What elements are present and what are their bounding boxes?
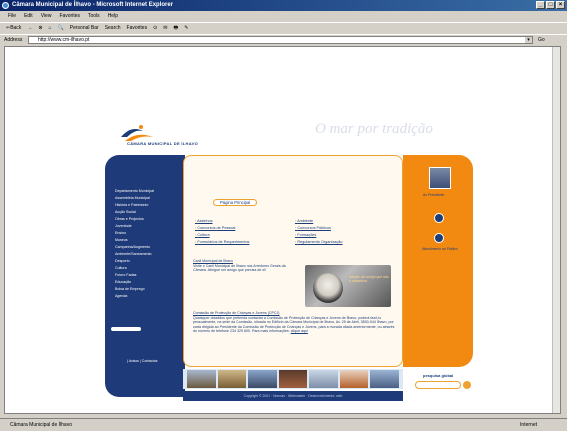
nav-divider xyxy=(111,327,141,331)
dog-banner-image[interactable]: Adopte um amigo que não o abandona xyxy=(305,265,391,307)
title-bar: Câmara Municipal de Ílhavo - Microsoft I… xyxy=(0,0,567,11)
menu-tools[interactable]: Tools xyxy=(88,12,100,21)
nav-item[interactable]: Acção Social xyxy=(115,210,136,214)
menu-favorites[interactable]: Favorites xyxy=(59,12,80,21)
service-label[interactable]: Atendimento ao Público xyxy=(417,247,463,251)
photo-thumb[interactable] xyxy=(278,370,308,388)
menu-view[interactable]: View xyxy=(41,12,52,21)
nav-item[interactable]: Agenda xyxy=(115,294,127,298)
favorites-button[interactable]: Favorites xyxy=(127,23,148,33)
service-icon[interactable] xyxy=(434,233,444,243)
security-zone: Internet xyxy=(520,422,537,428)
browser-window: Câmara Municipal de Ílhavo - Microsoft I… xyxy=(0,0,567,430)
mail-icon[interactable] xyxy=(434,213,444,223)
menu-help[interactable]: Help xyxy=(108,12,118,21)
photo-thumb[interactable] xyxy=(309,370,338,388)
edit-button[interactable]: ✎ xyxy=(184,23,188,33)
news-cpcj-link[interactable]: clique aqui xyxy=(291,329,308,333)
search-go-button[interactable] xyxy=(463,381,471,389)
nav-item[interactable]: Ambiente/Saneamento xyxy=(115,252,152,256)
status-bar: Câmara Municipal de Ílhavo Internet xyxy=(0,418,567,430)
nav-footer-links[interactable]: | Avisos | Contactos xyxy=(127,359,158,363)
slogan: O mar por tradição xyxy=(315,121,433,137)
nav-item[interactable]: Educação xyxy=(115,280,131,284)
back-button[interactable]: ⇐Back xyxy=(6,23,21,33)
history-button[interactable]: ⊙ xyxy=(153,23,157,33)
nav-item[interactable]: Museus xyxy=(115,238,128,242)
address-input[interactable]: http://www.cm-ilhavo.pt ▾ xyxy=(28,36,533,44)
president-photo[interactable] xyxy=(429,167,451,189)
window-controls: _ □ × xyxy=(536,1,565,9)
menu-edit[interactable]: Edit xyxy=(24,12,33,21)
ie-icon xyxy=(2,2,9,9)
link-formularios[interactable]: Formulários de Requerimentos xyxy=(195,240,249,244)
go-button[interactable]: Go xyxy=(538,36,545,44)
address-url: http://www.cm-ilhavo.pt xyxy=(38,37,90,43)
minimize-button[interactable]: _ xyxy=(536,1,545,9)
close-button[interactable]: × xyxy=(556,1,565,9)
news-canil-text: Visite o Canil Municipal de Ílhavo nos A… xyxy=(193,263,286,273)
logo-text: CÂMARA MUNICIPAL DE ÍLHAVO xyxy=(127,141,198,146)
municipal-logo-icon[interactable] xyxy=(119,123,159,143)
nav-item[interactable]: Campanha/Augmento xyxy=(115,245,150,249)
page-viewport: CÂMARA MUNICIPAL DE ÍLHAVO O mar por tra… xyxy=(4,46,561,414)
forward-button[interactable]: → xyxy=(27,23,32,33)
photo-strip xyxy=(183,369,403,389)
search-input[interactable] xyxy=(415,381,461,389)
nav-item[interactable]: Futuro Fadas xyxy=(115,273,136,277)
nav-item[interactable]: Bolsa de Emprego xyxy=(115,287,145,291)
photo-thumb[interactable] xyxy=(248,370,277,388)
nav-item[interactable]: Obras e Projectos xyxy=(115,217,144,221)
nav-item[interactable]: Juventude xyxy=(115,224,132,228)
toolbar: ⇐Back → ⊗ ⌂ 🔍 Personal Bar Search Favori… xyxy=(0,22,567,33)
link-formacoes[interactable]: Formações xyxy=(295,233,316,237)
personal-bar-button[interactable]: Personal Bar xyxy=(70,23,99,33)
search-icon[interactable]: 🔍 xyxy=(58,23,64,33)
link-concursos-pessoal[interactable]: Concursos de Pessoal xyxy=(195,226,235,230)
photo-thumb[interactable] xyxy=(217,370,247,388)
address-label: Address xyxy=(4,37,23,43)
vertical-scrollbar[interactable] xyxy=(552,47,560,413)
link-regulamento[interactable]: Regulamento Organização xyxy=(295,240,342,244)
nav-item[interactable]: Ensino xyxy=(115,231,126,235)
search-button[interactable]: Search xyxy=(105,23,121,33)
right-panel: Ao Presidente Atendimento ao Público xyxy=(403,155,473,367)
photo-thumb[interactable] xyxy=(339,370,369,388)
dog-caption: Adopte um amigo que não o abandona xyxy=(349,275,389,283)
maximize-button[interactable]: □ xyxy=(546,1,555,9)
nav-item[interactable]: Desporto xyxy=(115,259,130,263)
home-button[interactable]: ⌂ xyxy=(49,23,52,33)
mail-button[interactable]: ✉ xyxy=(163,23,167,33)
nav-item[interactable]: História e Património xyxy=(115,203,148,207)
menu-file[interactable]: File xyxy=(8,12,16,21)
link-cultura[interactable]: Cultura xyxy=(195,233,209,237)
print-button[interactable]: 🖶 xyxy=(174,23,179,33)
president-label[interactable]: Ao Presidente xyxy=(423,193,444,197)
left-nav: Departamento Municipal Assembleia Munici… xyxy=(105,155,185,397)
news-cpcj: Comissão de Protecção de Crianças e Jove… xyxy=(193,311,399,334)
search-label: pesquisa global xyxy=(423,373,454,378)
menu-bar: File Edit View Favorites Tools Help xyxy=(0,12,567,21)
photo-thumb[interactable] xyxy=(370,370,400,388)
dog-face xyxy=(313,273,343,303)
stop-button[interactable]: ⊗ xyxy=(38,23,42,33)
news-canil: Canil Municipal de Ílhavo Visite o Canil… xyxy=(193,259,293,273)
tab-home[interactable]: Página Principal xyxy=(213,199,258,206)
status-text: Câmara Municipal de Ílhavo xyxy=(10,422,72,428)
link-assinhos[interactable]: Assinhos xyxy=(195,219,212,223)
photo-thumb[interactable] xyxy=(187,370,216,388)
window-title: Câmara Municipal de Ílhavo - Microsoft I… xyxy=(12,2,174,8)
link-ambiente[interactable]: Ambiente xyxy=(295,219,313,223)
site-footer: Copyright © 2001 · Normas · Webmaster · … xyxy=(183,391,403,401)
address-bar: Address http://www.cm-ilhavo.pt ▾ Go xyxy=(0,34,567,44)
nav-item[interactable]: Cultura xyxy=(115,266,127,270)
chevron-down-icon[interactable]: ▾ xyxy=(525,37,532,43)
link-concursos-publicos[interactable]: Concursos Públicos xyxy=(295,226,331,230)
nav-item[interactable]: Departamento Municipal xyxy=(115,189,154,193)
site-page: CÂMARA MUNICIPAL DE ÍLHAVO O mar por tra… xyxy=(105,117,477,407)
nav-item[interactable]: Assembleia Municipal xyxy=(115,196,150,200)
